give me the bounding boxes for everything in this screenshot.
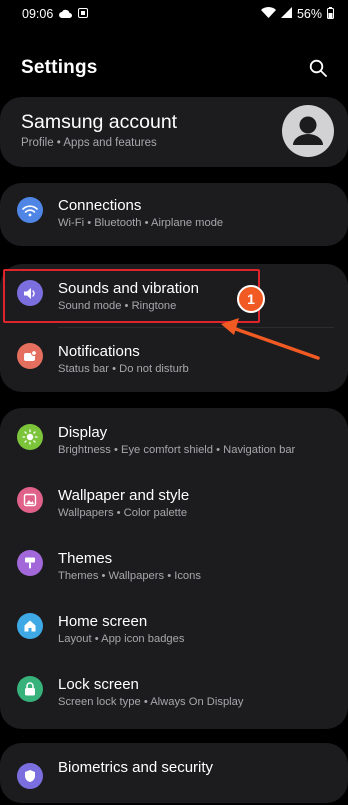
- item-title: Notifications: [58, 343, 140, 360]
- status-left: 09:06: [22, 7, 89, 21]
- settings-item-connections[interactable]: Connections Wi-Fi • Bluetooth • Airplane…: [0, 183, 348, 243]
- home-icon: [17, 613, 43, 639]
- battery-percent: 56%: [296, 7, 322, 21]
- item-subtitle: Themes • Wallpapers • Icons: [58, 570, 201, 582]
- item-subtitle: Wi-Fi • Bluetooth • Airplane mode: [58, 217, 224, 229]
- status-right: 56%: [260, 6, 334, 22]
- divider: [58, 327, 334, 328]
- battery-icon: [327, 6, 334, 22]
- shield-icon: [17, 763, 43, 789]
- cloud-icon: [59, 7, 73, 21]
- settings-item-biometrics-and-security[interactable]: Biometrics and security: [0, 745, 348, 805]
- settings-item-themes[interactable]: Themes Themes • Wallpapers • Icons: [0, 536, 348, 596]
- samsung-account-card[interactable]: Samsung account Profile • Apps and featu…: [0, 97, 348, 167]
- item-title: Biometrics and security: [58, 759, 214, 776]
- account-subtitle: Profile • Apps and features: [21, 137, 157, 149]
- avatar[interactable]: [282, 105, 334, 157]
- item-subtitle: Brightness • Eye comfort shield • Naviga…: [58, 444, 296, 456]
- image-icon: [17, 487, 43, 513]
- highlight-box: [3, 269, 260, 323]
- settings-item-lock-screen[interactable]: Lock screen Screen lock type • Always On…: [0, 662, 348, 722]
- brush-icon: [17, 550, 43, 576]
- item-subtitle: Screen lock type • Always On Display: [58, 696, 244, 708]
- settings-item-wallpaper-and-style[interactable]: Wallpaper and style Wallpapers • Color p…: [0, 473, 348, 533]
- status-time: 09:06: [22, 7, 54, 21]
- header: Settings: [0, 48, 348, 88]
- item-title: Home screen: [58, 613, 148, 630]
- display-group-card: Display Brightness • Eye comfort shield …: [0, 408, 348, 729]
- item-subtitle: Layout • App icon badges: [58, 633, 185, 645]
- item-subtitle: Wallpapers • Color palette: [58, 507, 188, 519]
- item-title: Wallpaper and style: [58, 487, 190, 504]
- item-title: Connections: [58, 197, 142, 214]
- notification-icon: [17, 343, 43, 369]
- biometrics-card: Biometrics and security: [0, 743, 348, 803]
- search-icon[interactable]: [306, 56, 330, 80]
- item-title: Display: [58, 424, 108, 441]
- status-bar: 09:06 56%: [0, 0, 348, 28]
- lock-icon: [17, 676, 43, 702]
- item-title: Lock screen: [58, 676, 139, 693]
- screenshot-notification-icon: [78, 7, 89, 21]
- signal-icon: [280, 7, 292, 21]
- settings-item-home-screen[interactable]: Home screen Layout • App icon badges: [0, 599, 348, 659]
- item-subtitle: Status bar • Do not disturb: [58, 363, 189, 375]
- settings-item-notifications[interactable]: Notifications Status bar • Do not distur…: [0, 329, 348, 389]
- settings-item-display[interactable]: Display Brightness • Eye comfort shield …: [0, 410, 348, 470]
- connections-card: Connections Wi-Fi • Bluetooth • Airplane…: [0, 183, 348, 246]
- step-badge: 1: [237, 285, 265, 313]
- account-title: Samsung account: [21, 111, 178, 133]
- sun-icon: [17, 424, 43, 450]
- item-title: Themes: [58, 550, 113, 567]
- wifi-icon: [17, 197, 43, 223]
- page-title: Settings: [21, 57, 98, 78]
- wifi-status-icon: [260, 7, 276, 21]
